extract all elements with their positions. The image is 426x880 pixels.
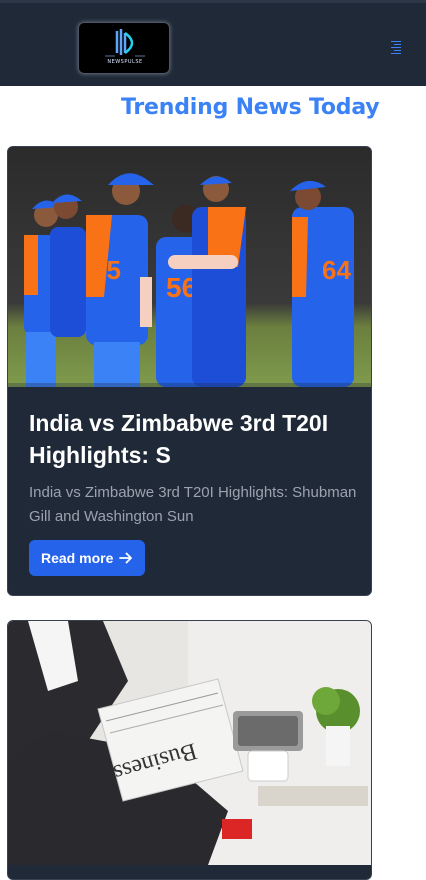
svg-text:25: 25 (92, 255, 121, 285)
hamburger-menu-icon[interactable] (385, 38, 403, 56)
cricket-team-celebration-image: 25 56 64 (8, 147, 371, 387)
top-navbar: NEWSPULSE (0, 0, 426, 86)
news-card-title[interactable]: India vs Zimbabwe 3rd T20I Highlights: S (29, 407, 359, 471)
site-logo[interactable]: NEWSPULSE (78, 22, 170, 74)
logo-mark-icon (105, 29, 145, 57)
news-card[interactable]: 25 56 64 India vs Zimbabwe 3rd T20I High… (7, 146, 372, 596)
arrow-right-icon (119, 552, 132, 564)
news-card-image[interactable]: Business (8, 621, 371, 865)
logo-text: NEWSPULSE (107, 59, 143, 65)
read-more-button[interactable]: Read more (29, 540, 145, 576)
page-title: Trending News Today (121, 95, 380, 120)
news-card-description: India vs Zimbabwe 3rd T20I Highlights: S… (29, 484, 357, 525)
man-reading-business-newspaper-image: Business (8, 621, 371, 865)
news-card-image[interactable]: 25 56 64 (8, 147, 371, 387)
news-card[interactable]: Business (7, 620, 372, 880)
svg-text:64: 64 (322, 255, 351, 285)
read-more-label: Read more (41, 550, 114, 566)
